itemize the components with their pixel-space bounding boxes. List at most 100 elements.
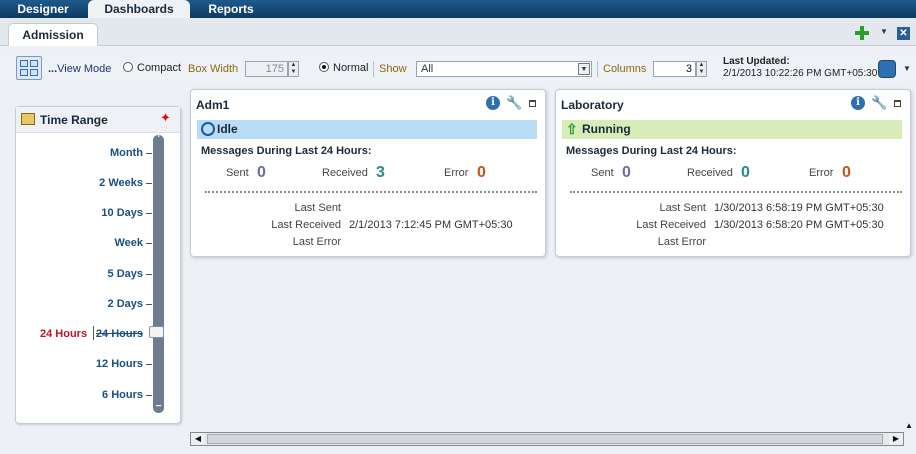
box-width-label: Box Width (188, 63, 239, 75)
card-title: Laboratory (561, 98, 624, 112)
last-received-value: 2/1/2013 7:12:45 PM GMT+05:30 (349, 219, 513, 231)
add-icon[interactable] (855, 26, 869, 40)
close-icon[interactable]: ✕ (897, 27, 910, 40)
compact-radio[interactable] (123, 62, 133, 72)
time-range-title: Time Range (40, 113, 108, 127)
wrench-icon[interactable]: 🔧 (871, 96, 887, 110)
last-sent-label: Last Sent (294, 202, 341, 214)
chevron-down-icon[interactable]: ▼ (880, 27, 888, 36)
show-label: Show (379, 63, 407, 75)
box-width-spinner[interactable]: ▲ ▼ (288, 61, 299, 77)
scrollbar-thumb[interactable] (207, 434, 883, 444)
error-label: Error (444, 167, 469, 179)
scroll-left-icon[interactable]: ◀ (191, 433, 205, 445)
normal-radio[interactable] (319, 62, 329, 72)
last-error-label: Last Error (292, 236, 341, 248)
separator (597, 61, 598, 77)
sent-count: 0 (622, 164, 631, 181)
range-month[interactable]: Month (63, 147, 143, 159)
last-updated-value: 2/1/2013 10:22:26 PM GMT+05:30 (723, 68, 878, 79)
slider-tick (146, 183, 152, 184)
slider-tick (146, 153, 152, 154)
chevron-down-icon[interactable]: ▼ (903, 64, 911, 73)
tab-reports[interactable]: Reports (192, 0, 270, 18)
info-icon[interactable]: i (851, 96, 865, 110)
range-2-days[interactable]: 2 Days (63, 298, 143, 310)
sent-count: 0 (257, 164, 266, 181)
status-bar: ⇧ Running (562, 120, 902, 139)
last-sent-value: 1/30/2013 6:58:19 PM GMT+05:30 (714, 202, 884, 214)
received-count: 3 (376, 164, 385, 181)
last-updated-label: Last Updated: (723, 56, 790, 67)
slider-tick (146, 304, 152, 305)
tab-admission[interactable]: Admission (8, 23, 98, 46)
range-24-hours[interactable]: 24 Hours (63, 328, 143, 340)
tab-dashboards[interactable]: Dashboards (88, 0, 190, 18)
range-2-weeks[interactable]: 2 Weeks (63, 177, 143, 189)
maximize-icon[interactable] (529, 100, 536, 107)
last-received-label: Last Received (271, 219, 341, 231)
show-select[interactable]: All ▼ (416, 61, 592, 77)
scroll-right-icon[interactable]: ▶ (889, 433, 903, 445)
messages-title: Messages During Last 24 Hours: (201, 145, 372, 157)
last-error-label: Last Error (657, 236, 706, 248)
range-10-days[interactable]: 10 Days (63, 207, 143, 219)
view-mode-icon[interactable] (16, 56, 42, 80)
show-select-value: All (421, 63, 434, 75)
maximize-icon[interactable] (894, 100, 901, 107)
error-label: Error (809, 167, 834, 179)
columns-label: Columns (603, 63, 647, 75)
columns-input[interactable]: 3 (653, 61, 696, 77)
arrow-up-icon: ⇧ (566, 121, 578, 137)
top-nav: Designer Dashboards Reports (0, 0, 916, 18)
dashboard-card-laboratory: Laboratory i 🔧 ⇧ Running Messages During… (555, 89, 911, 257)
horizontal-scrollbar[interactable]: ◀ ▶ (190, 432, 904, 446)
tab-designer[interactable]: Designer (4, 0, 82, 18)
zoom-out-icon[interactable]: − (154, 402, 163, 412)
status-text: Running (582, 122, 631, 136)
scroll-up-icon[interactable]: ▲ (905, 421, 913, 430)
last-received-value: 1/30/2013 6:58:20 PM GMT+05:30 (714, 219, 884, 231)
range-week[interactable]: Week (63, 237, 143, 249)
dashboard-tab-bar: Admission (0, 18, 916, 46)
view-mode-label: View Mode (57, 63, 112, 75)
last-sent-label: Last Sent (659, 202, 706, 214)
card-title: Adm1 (196, 98, 230, 112)
time-range-icon (21, 113, 35, 125)
sent-label: Sent (226, 167, 249, 179)
time-range-slider-track[interactable] (153, 135, 164, 413)
slider-tick (146, 274, 152, 275)
sent-label: Sent (591, 167, 614, 179)
range-12-hours[interactable]: 12 Hours (63, 358, 143, 370)
messages-title: Messages During Last 24 Hours: (566, 145, 737, 157)
status-bar: Idle (197, 120, 537, 139)
divider (205, 191, 537, 193)
info-icon[interactable]: i (486, 96, 500, 110)
normal-label: Normal (333, 62, 369, 74)
slider-tick (146, 243, 152, 244)
chevron-down-icon[interactable]: ▼ (578, 63, 590, 75)
wrench-icon[interactable]: 🔧 (506, 96, 522, 110)
time-range-slider-thumb[interactable] (149, 326, 164, 338)
range-5-days[interactable]: 5 Days (63, 268, 143, 280)
pin-icon[interactable]: ✦ (160, 111, 172, 125)
slider-tick (146, 213, 152, 214)
clock-icon (201, 122, 215, 136)
error-count: 0 (477, 164, 486, 181)
dashboard-card-adm1: Adm1 i 🔧 Idle Messages During Last 24 Ho… (190, 89, 546, 257)
columns-spinner[interactable]: ▲ ▼ (696, 61, 707, 77)
received-label: Received (687, 167, 733, 179)
refresh-icon[interactable] (878, 60, 896, 78)
box-width-input[interactable]: 175 (245, 61, 288, 77)
compact-label: Compact (137, 62, 182, 74)
separator (373, 61, 374, 77)
zoom-in-icon[interactable]: + (154, 131, 163, 141)
slider-tick (146, 395, 152, 396)
last-received-label: Last Received (636, 219, 706, 231)
slider-tick (146, 364, 152, 365)
status-text: Idle (217, 122, 238, 136)
range-6-hours[interactable]: 6 Hours (63, 389, 143, 401)
view-mode-link[interactable]: ...View Mode (48, 63, 111, 75)
received-count: 0 (741, 164, 750, 181)
error-count: 0 (842, 164, 851, 181)
